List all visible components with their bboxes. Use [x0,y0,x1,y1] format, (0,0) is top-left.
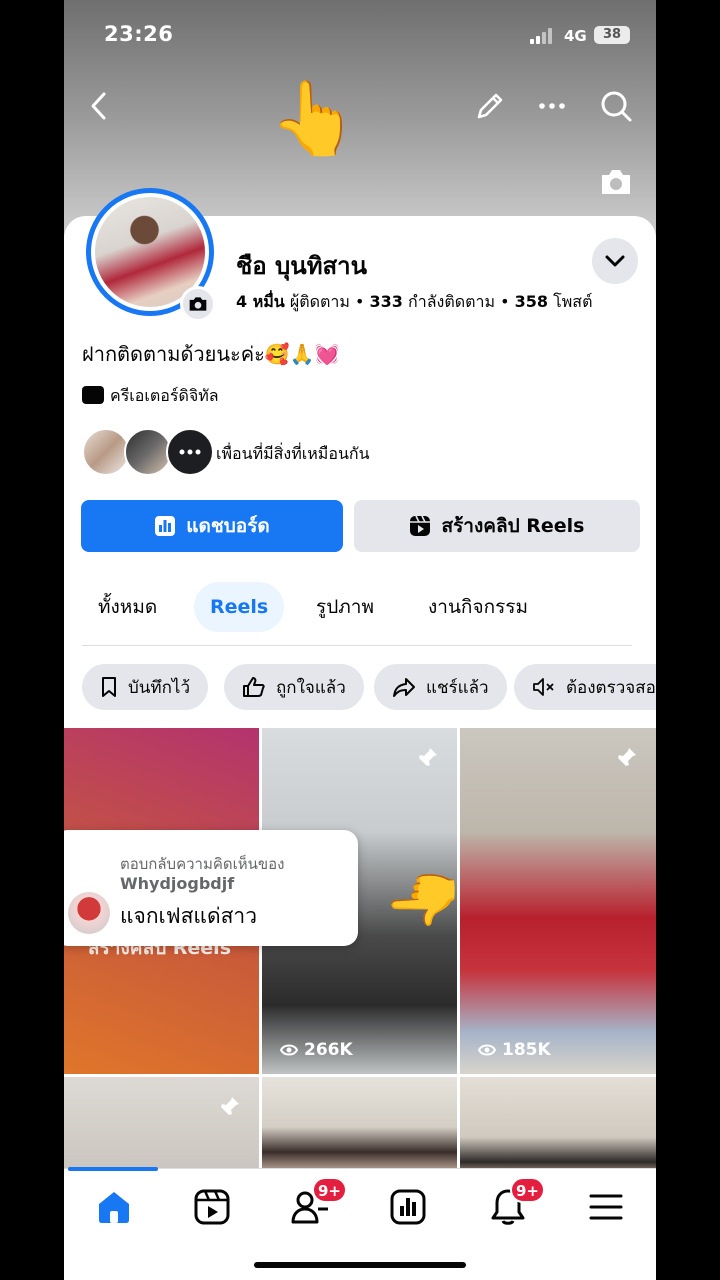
eye-icon [280,1044,298,1056]
network-type: 4G [564,27,587,45]
chip-label: แชร์แล้ว [426,677,489,698]
tab-events[interactable]: งานกิจกรรม [412,582,544,632]
profile-stats: 4 หมื่น ผู้ติดตาม • 333 กำลังติดตาม • 35… [236,290,592,315]
category-label: ครีเอเตอร์ดิจิทัล [110,386,219,405]
posts-label: โพสต์ [553,292,593,311]
create-reels-button[interactable]: สร้างคลิป Reels [354,500,640,552]
followers-label[interactable]: ผู้ติดตาม [290,292,350,311]
muted-speaker-icon [533,678,554,696]
reel-tile[interactable] [64,1077,259,1168]
active-tab-indicator [68,1167,158,1171]
comment-reply-popup[interactable]: ตอบกลับความคิดเห็นของ Whydjogbdjf แจกเฟส… [64,830,358,946]
dashboard-icon[interactable] [388,1187,428,1227]
pin-icon [419,748,437,766]
chip-shared[interactable]: แชร์แล้ว [374,664,507,710]
status-time: 23:26 [104,22,174,46]
tab-reels[interactable]: Reels [194,582,285,632]
commenter-avatar [68,892,110,934]
reels-filter-chips: บันทึกไว้ ถูกใจแล้ว แชร์แล้ว ต้องตรวจสอบ [82,664,656,712]
commenter-name: Whydjogbdjf [120,874,235,893]
reel-tile[interactable] [262,1077,457,1168]
create-reels-label: สร้างคลิป Reels [441,515,585,537]
reel-tile[interactable] [460,1077,656,1168]
reels-grid: สร้างคลิป Reels 266K 185K [64,728,656,1168]
signal-icon [530,28,556,44]
battery-icon: 38 [594,26,630,44]
mutual-avatar [82,428,130,476]
view-count: 185K [478,1040,551,1060]
following-label[interactable]: กำลังติดตาม [408,292,495,311]
followers-count[interactable]: 4 หมื่น [236,292,285,311]
friends-tab[interactable]: 9+ [290,1177,348,1227]
tab-all[interactable]: ทั้งหมด [82,582,173,632]
chip-label: บันทึกไว้ [128,677,191,698]
menu-icon[interactable] [586,1187,626,1227]
more-icon [179,449,201,455]
pointing-hand-sticker: 👆 [388,860,459,936]
pin-icon [221,1097,239,1115]
pencil-icon[interactable] [472,88,508,124]
mutual-text: เพื่อนที่มีสิ่งที่เหมือนกัน [216,444,370,463]
clapperboard-icon [82,386,104,404]
tab-photos[interactable]: รูปภาพ [300,582,390,632]
cover-camera-icon[interactable] [599,166,633,198]
view-count-value: 185K [502,1040,551,1060]
mutual-avatar [124,428,172,476]
back-arrow-icon[interactable] [82,88,118,124]
profile-tabs: ทั้งหมด Reels รูปภาพ งานกิจกรรม [82,582,632,646]
reel-tile[interactable]: 185K [460,728,656,1074]
eye-icon [478,1044,496,1056]
stats-separator: • [500,292,510,311]
search-icon[interactable] [598,88,634,124]
pointing-hand-sticker: 👆 [269,76,359,160]
status-bar: 23:26 4G 38 [64,20,656,52]
view-count: 266K [280,1040,353,1060]
stats-separator: • [355,292,365,311]
view-count-value: 266K [304,1040,353,1060]
profile-name: ชือ บุนทิสาน [236,252,368,280]
chevron-down-icon[interactable] [592,238,638,284]
chip-saved[interactable]: บันทึกไว้ [82,664,209,710]
mutual-more-avatar [166,428,214,476]
thumbs-up-icon [243,677,265,697]
profile-screen: 23:26 4G 38 👆 ชือ บุนทิสาน 4 หมื่น ผู้ติ… [64,0,656,1280]
friends-badge: 9+ [312,1177,348,1203]
dashboard-label: แดชบอร์ด [186,515,270,537]
pin-icon [618,748,636,766]
reels-icon [410,515,431,536]
comment-text: แจกเฟสแด่สาว [120,904,257,928]
avatar-camera-icon[interactable] [180,286,216,322]
dashboard-button[interactable]: แดชบอร์ด [81,500,343,552]
home-icon[interactable] [94,1187,134,1227]
comment-popup-title: ตอบกลับความคิดเห็นของ [120,855,285,873]
notifications-tab[interactable]: 9+ [488,1177,546,1227]
profile-bio: ฝากติดตามด้วยนะค่ะ🥰🙏💓 [82,342,340,366]
posts-count: 358 [514,292,549,311]
chip-label: ต้องตรวจสอบ [566,677,656,698]
mutual-friends[interactable]: เพื่อนที่มีสิ่งที่เหมือนกัน [82,428,622,476]
chip-review[interactable]: ต้องตรวจสอบ [514,664,656,710]
chip-label: ถูกใจแล้ว [276,677,346,698]
home-indicator [254,1262,466,1268]
reels-icon[interactable] [192,1187,232,1227]
following-count[interactable]: 333 [370,292,403,311]
profile-category: ครีเอเตอร์ดิจิทัล [82,384,219,409]
more-icon[interactable] [534,88,570,124]
chip-liked[interactable]: ถูกใจแล้ว [224,664,364,710]
bookmark-icon [102,677,116,697]
notifications-badge: 9+ [510,1177,546,1203]
dashboard-icon [155,516,176,536]
share-icon [393,678,415,697]
